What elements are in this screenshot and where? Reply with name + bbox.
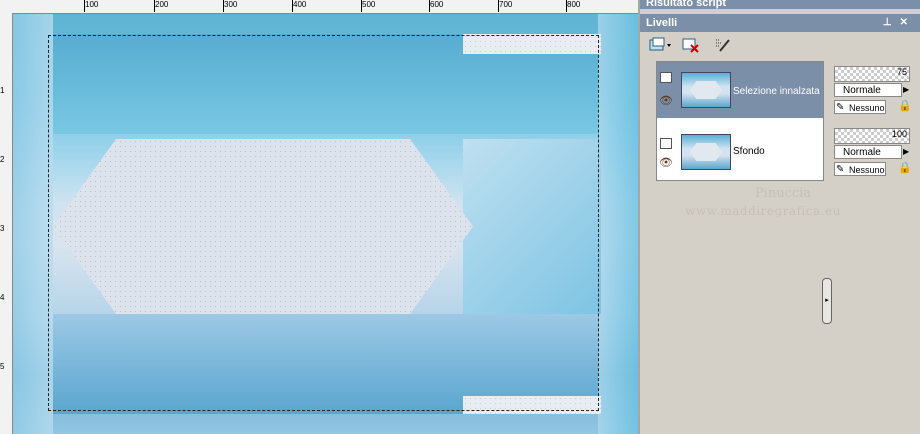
selection-marquee[interactable] [48,35,599,411]
ruler-left: 1 2 3 4 5 [0,13,13,434]
edit-layer-button[interactable] [714,36,732,54]
layer-thumbnail [681,72,731,108]
layer-row-sfondo[interactable]: 👁 Sfondo [657,122,823,178]
ruler-tick: 600 [428,0,444,12]
layer-type-icon [660,72,672,83]
watermark-url: www.maddiregrafica.eu [685,204,841,218]
eye-icon[interactable]: 👁 [659,94,673,107]
ruler-tick: 400 [291,0,307,12]
opacity-value: 100 [891,129,907,139]
image-blur-left [13,14,53,434]
layer-row-selezione[interactable]: 👁 Selezione innalzata [657,62,823,118]
layer-name: Sfondo [733,146,765,157]
ruler-tick: 500 [360,0,376,12]
layer-properties: 75 Normale ▶ ✎ Nessuno 🔒 100 Normale ▶ ✎ N… [830,61,920,181]
ruler-tick: 200 [153,0,169,12]
blend-mode-select[interactable]: Normale [834,83,902,97]
delete-layer-button[interactable] [682,36,700,54]
chevron-right-icon[interactable]: ▶ [903,83,913,97]
script-panel-title[interactable]: Risultato script [640,0,920,9]
canvas-area[interactable]: 100 200 300 400 500 600 700 800 1 2 3 4 … [0,0,638,434]
opacity-value: 75 [896,67,907,77]
watermark-name: Pinuccia [754,186,812,201]
eye-icon[interactable]: 👁 [659,156,673,169]
ruler-tick: 3 [0,224,5,233]
ruler-tick: 700 [497,0,513,12]
lock-icon[interactable]: 🔒 [898,99,912,112]
ruler-tick: 4 [0,293,5,302]
layer-list: 👁 Selezione innalzata 👁 Sfondo [656,61,824,181]
ruler-tick: 300 [222,0,238,12]
ruler-tick: 100 [83,0,99,12]
ruler-tick: 5 [0,362,5,371]
splitter-handle[interactable]: ▸ [822,278,832,324]
delete-layer-icon [682,38,699,53]
mask-label: Nessuno [849,165,885,175]
side-panel: Risultato script Livelli ⊥✕ 👁 Selezione … [638,0,920,434]
mask-select[interactable]: ✎ Nessuno [834,162,886,176]
pin-close-icons[interactable]: ⊥✕ [883,14,916,32]
lock-icon[interactable]: 🔒 [898,161,912,174]
ruler-top: 100 200 300 400 500 600 700 800 [0,0,638,14]
edit-layer-icon [716,39,730,52]
layers-panel-title[interactable]: Livelli ⊥✕ [640,14,920,32]
mask-label: Nessuno [849,103,885,113]
layer-thumbnail [681,134,731,170]
layer-name: Selezione innalzata [733,86,820,97]
ruler-tick: 2 [0,155,5,164]
ruler-tick: 800 [565,0,581,12]
brush-icon: ✎ [836,164,845,175]
new-layer-button[interactable] [648,36,674,54]
blend-mode-select[interactable]: Normale [834,145,902,159]
layer-type-icon [660,138,672,149]
opacity-slider[interactable]: 100 [834,128,910,144]
layers-title-label: Livelli [646,17,678,29]
layer-props-1: 100 Normale ▶ ✎ Nessuno 🔒 [830,123,920,179]
chevron-right-icon[interactable]: ▶ [903,145,913,159]
ruler-tick: 1 [0,86,5,95]
opacity-slider[interactable]: 75 [834,66,910,82]
layer-props-0: 75 Normale ▶ ✎ Nessuno 🔒 [830,61,920,117]
layers-toolbar [644,34,920,58]
mask-select[interactable]: ✎ Nessuno [834,100,886,114]
new-layer-icon [649,37,671,51]
image-blur-right [598,14,638,434]
brush-icon: ✎ [836,102,845,113]
